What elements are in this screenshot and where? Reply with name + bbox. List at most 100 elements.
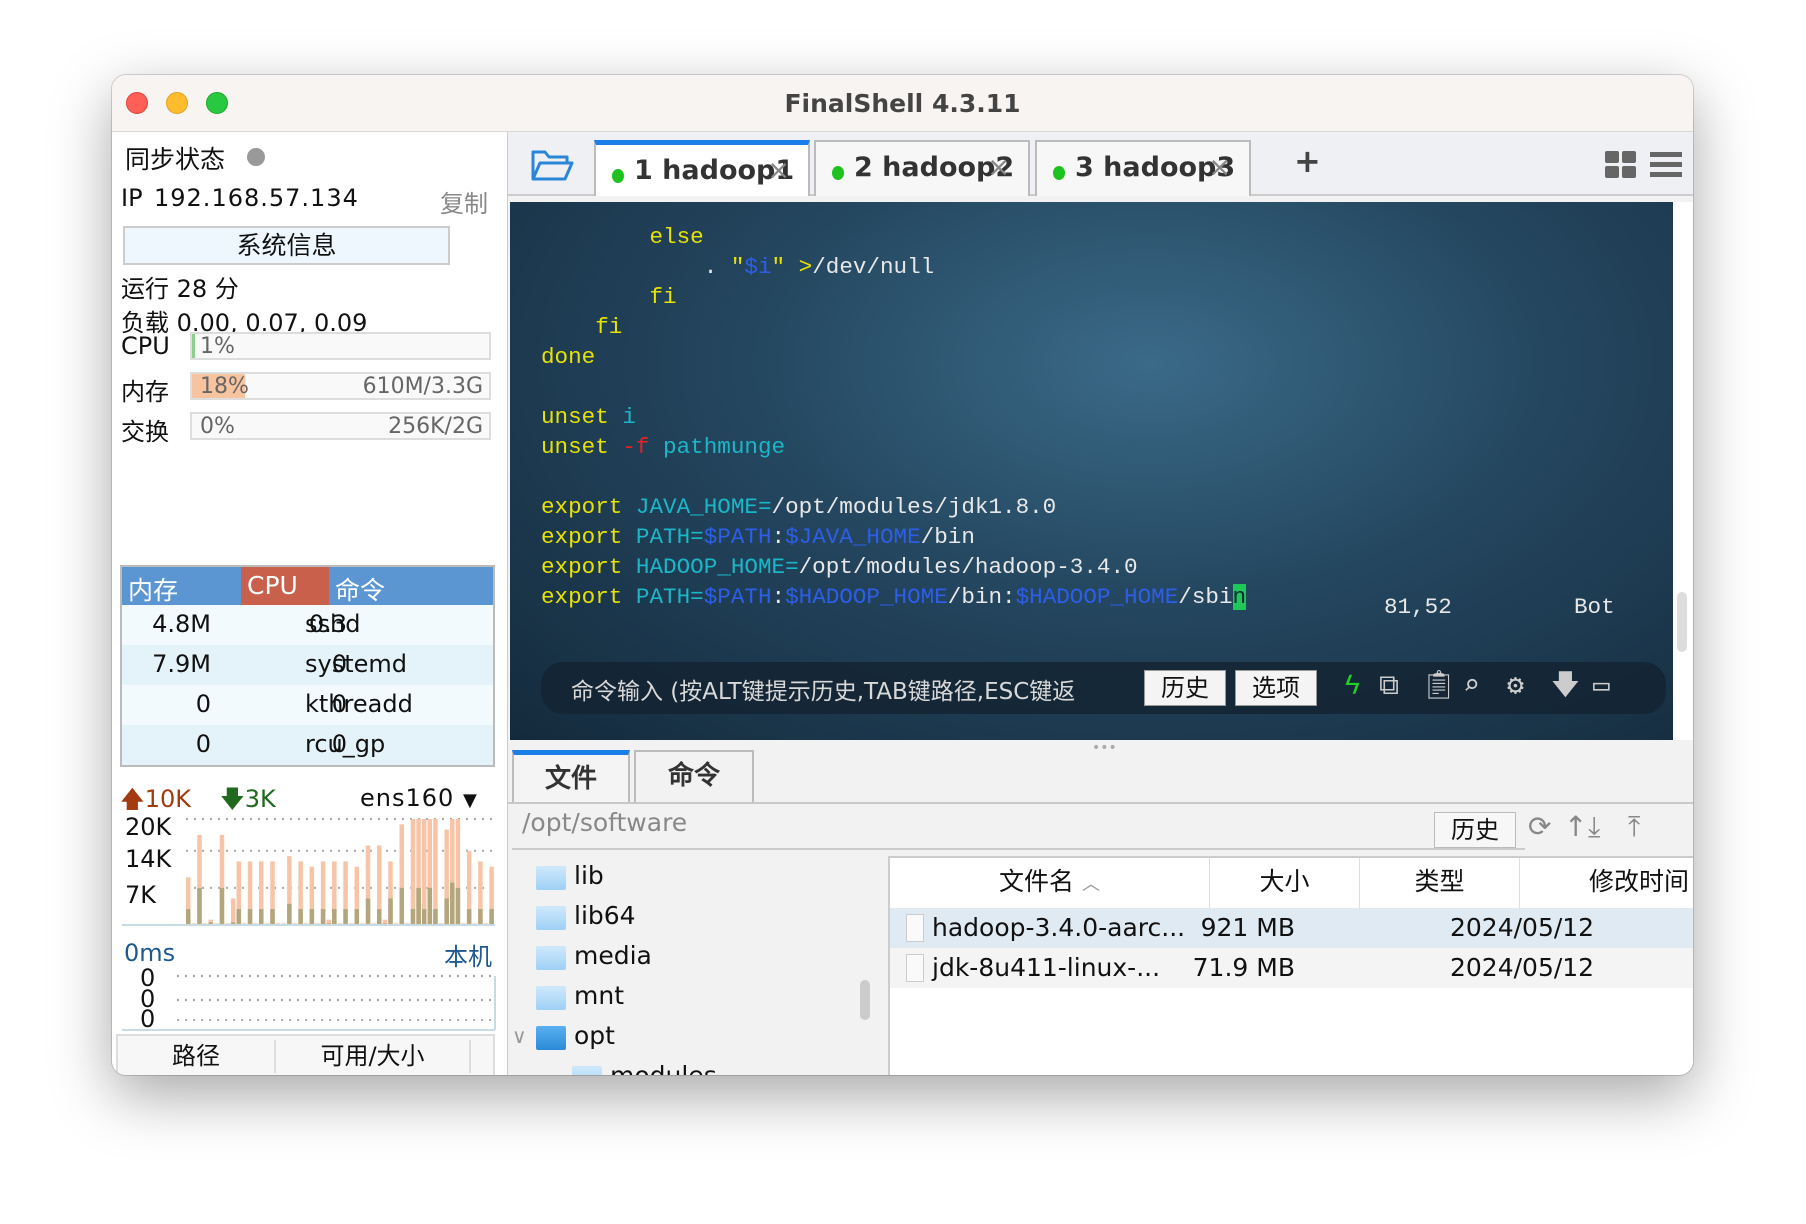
download-speed-value: 3K [244, 785, 276, 813]
menu-icon[interactable] [1650, 152, 1682, 178]
terminal-token: $HADOOP_HOME [1015, 584, 1179, 610]
process-header-cpu[interactable]: CPU [241, 567, 329, 605]
upload-speed-value: 10K [144, 785, 191, 813]
process-header-command[interactable]: 命令 [329, 567, 493, 605]
sort-asc-icon: ︿ [1081, 874, 1100, 895]
download-bar [427, 887, 433, 925]
path-history-button[interactable]: 历史 [1434, 812, 1516, 848]
sync-status-dot [247, 148, 265, 166]
tab-files[interactable]: 文件 [512, 750, 630, 802]
download-bar [343, 909, 348, 925]
disk-table-header: 路径 可用/大小 [116, 1034, 495, 1075]
process-command: sshd [305, 610, 361, 638]
left-panel: 同步状态 IP 192.168.57.134 复制 系统信息 运行 28 分 负… [112, 132, 508, 1075]
close-tab-icon[interactable]: × [987, 152, 1010, 183]
download-bar [410, 909, 416, 925]
process-command: kthreadd [305, 690, 413, 718]
command-input-bar: 命令输入 (按ALT键提示历史,TAB键路径,ESC键返 历史 选项 ϟ ⧉ 📋… [541, 662, 1666, 714]
tree-item-label: lib64 [574, 901, 636, 930]
command-options-button[interactable]: 选项 [1235, 670, 1317, 706]
file-modified: 2024/05/12 [1450, 913, 1595, 942]
copy-ip-button[interactable]: 复制 [440, 184, 488, 219]
resize-handle[interactable]: ••• [1092, 740, 1117, 756]
upload-icon[interactable]: ⤒ [1628, 810, 1640, 844]
swap-label: 交换 [121, 418, 169, 446]
header-type[interactable]: 类型 [1360, 858, 1520, 908]
chevron-down-icon[interactable]: ∨ [512, 1016, 527, 1056]
new-tab-icon[interactable]: + [1294, 142, 1321, 180]
process-row[interactable]: 0 0 kthreadd [122, 685, 493, 725]
header-size[interactable]: 大小 [1210, 858, 1360, 908]
system-info-button[interactable]: 系统信息 [123, 226, 450, 265]
paste-icon[interactable]: 📋︎ [1421, 672, 1457, 704]
process-header-memory[interactable]: 内存 [122, 567, 241, 605]
lightning-icon[interactable]: ϟ [1344, 672, 1361, 704]
tab-hadoop1[interactable]: 1 hadoop1 × [594, 140, 810, 196]
terminal-token: : [771, 584, 786, 610]
copy-icon[interactable]: ⧉ [1379, 672, 1399, 704]
session-tab-bar: 1 hadoop1 × 2 hadoop2 × 3 hadoop3 × + [508, 132, 1693, 196]
interface-select[interactable]: ens160 ▼ [360, 784, 478, 812]
download-bar [186, 909, 191, 925]
file-row[interactable]: hadoop-3.4.0-aarc... 921 MB 2024/05/12 [890, 908, 1693, 948]
disk-header-size[interactable]: 可用/大小 [276, 1040, 471, 1073]
terminal-line: unset i [541, 402, 636, 432]
terminal-line: export HADOOP_HOME=/opt/modules/hadoop-3… [541, 552, 1138, 582]
terminal-token: done [541, 344, 596, 370]
latency-chart [122, 975, 496, 1031]
session-area: 1 hadoop1 × 2 hadoop2 × 3 hadoop3 × + else . … [508, 132, 1693, 1075]
terminal-token: $i [744, 254, 772, 280]
refresh-icon[interactable]: ⟳ [1528, 810, 1551, 843]
file-modified: 2024/05/12 [1450, 953, 1595, 982]
scroll-down-icon[interactable]: 🡇 [1551, 672, 1580, 704]
path-input[interactable]: /opt/software [522, 808, 687, 837]
header-modified[interactable]: 修改时间 [1520, 858, 1693, 908]
folder-icon [536, 866, 566, 890]
connected-status-icon [612, 169, 624, 183]
grid-view-icon[interactable] [1605, 151, 1637, 179]
process-row[interactable]: 7.9M 0 systemd [122, 645, 493, 685]
terminal-token: export [541, 524, 636, 550]
tab-hadoop2[interactable]: 2 hadoop2 × [814, 140, 1030, 196]
command-history-button[interactable]: 历史 [1144, 670, 1226, 706]
close-tab-icon[interactable]: × [1208, 152, 1231, 183]
file-size: 921 MB [1200, 913, 1295, 942]
terminal[interactable]: else . "$i" >/dev/null fi fi done unset iu… [510, 202, 1673, 740]
parent-directory-icon[interactable]: ↑ [1564, 810, 1587, 843]
terminal-line: fi [541, 312, 622, 342]
terminal-line: fi [541, 282, 676, 312]
terminal-line: export PATH=$PATH:$HADOOP_HOME/bin:$HADO… [541, 582, 1247, 612]
disk-header-path[interactable]: 路径 [118, 1040, 276, 1073]
download-bar [489, 909, 494, 925]
command-input[interactable]: 命令输入 (按ALT键提示历史,TAB键路径,ESC键返 [571, 672, 1126, 706]
terminal-token: : [771, 524, 786, 550]
download-icon[interactable]: ⤓ [1588, 810, 1600, 844]
latency-tick-3: 0 [140, 1005, 156, 1033]
tree-scrollbar[interactable] [860, 980, 870, 1020]
upload-bar [410, 819, 416, 925]
open-folder-icon[interactable] [530, 148, 574, 182]
tab-commands[interactable]: 命令 [634, 750, 754, 802]
search-icon[interactable]: ⌕ [1463, 672, 1480, 704]
file-row[interactable]: jdk-8u411-linux-... 71.9 MB 2024/05/12 [890, 948, 1693, 988]
maximize-icon[interactable]: ▭ [1593, 672, 1610, 704]
tab-hadoop3[interactable]: 3 hadoop3 × [1035, 140, 1251, 196]
close-tab-icon[interactable]: × [767, 155, 790, 186]
memory-usage-bar: 18% 610M/3.3G [190, 372, 491, 400]
terminal-token: . [541, 254, 731, 280]
latency-value: 0ms [124, 939, 176, 967]
terminal-scrollbar[interactable] [1673, 202, 1693, 740]
process-row[interactable]: 0 0 rcu_gp [122, 725, 493, 765]
gear-icon[interactable]: ⚙ [1507, 672, 1524, 704]
folder-icon [572, 1066, 602, 1075]
download-bar [236, 909, 242, 925]
file-name: hadoop-3.4.0-aarc... [932, 913, 1186, 942]
header-filename-label: 文件名 [999, 867, 1075, 896]
process-row[interactable]: 4.8M 0.3 sshd [122, 605, 493, 645]
header-filename[interactable]: 文件名 ︿ [890, 858, 1210, 908]
download-bar [377, 909, 382, 925]
download-bar [287, 903, 292, 925]
terminal-token: export [541, 494, 636, 520]
cpu-label: CPU [121, 332, 170, 360]
download-bar [399, 887, 404, 925]
